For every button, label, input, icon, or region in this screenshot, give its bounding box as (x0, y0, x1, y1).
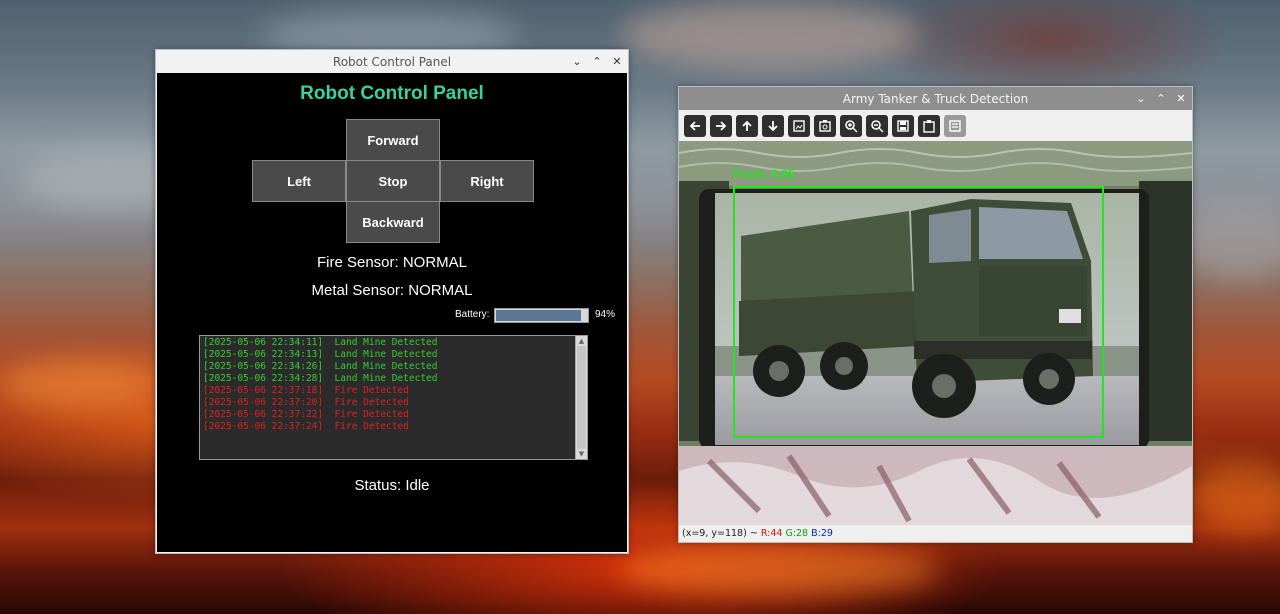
panel-heading: Robot Control Panel (300, 83, 484, 104)
stop-button[interactable]: Stop (346, 160, 440, 202)
detection-window-titlebar[interactable]: Army Tanker & Truck Detection ⌄ ⌃ ✕ (679, 87, 1192, 110)
event-log[interactable]: [2025-05-06 22:34:11] Land Mine Detected… (199, 335, 588, 460)
properties-button[interactable] (944, 114, 966, 137)
log-entry: [2025-05-06 22:37:22] Fire Detected (203, 409, 409, 420)
battery-progress-bar (494, 308, 589, 323)
minimize-button[interactable]: ⌄ (1136, 92, 1146, 105)
zoom-in-button[interactable] (840, 114, 862, 137)
scroll-down-icon[interactable]: ▼ (576, 449, 587, 459)
cursor-coordinates: (x=9, y=118) ~ (682, 528, 758, 539)
detection-window: Army Tanker & Truck Detection ⌄ ⌃ ✕ Truc… (678, 86, 1193, 543)
metal-sensor-status: Metal Sensor: NORMAL (311, 282, 473, 299)
zoom-in-icon (845, 119, 858, 132)
close-button[interactable]: ✕ (1176, 92, 1186, 105)
log-entry: [2025-05-06 22:37:24] Fire Detected (203, 421, 409, 432)
pixel-info-statusbar: (x=9, y=118) ~ R:44 G:28 B:29 (679, 525, 1192, 542)
robot-panel-body: Robot Control Panel Forward Left Stop Ri… (157, 73, 627, 552)
scroll-up-icon[interactable]: ▲ (576, 336, 587, 346)
down-arrow-icon (768, 120, 778, 131)
forward-button[interactable]: Forward (346, 119, 440, 161)
log-entry: [2025-05-06 22:34:26] Land Mine Detected (203, 361, 438, 372)
down-arrow-button[interactable] (762, 114, 784, 137)
properties-icon (949, 119, 961, 132)
battery-label: Battery: (455, 309, 490, 320)
detection-label: Truck: 0.85 (732, 167, 795, 181)
zoom-out-button[interactable] (866, 114, 888, 137)
maximize-button[interactable]: ⌃ (1156, 92, 1166, 105)
save-icon (897, 119, 909, 132)
log-entry: [2025-05-06 22:37:18] Fire Detected (203, 385, 409, 396)
robot-window-title: Robot Control Panel (332, 54, 452, 69)
camera-feed[interactable]: Truck: 0.85 (679, 141, 1192, 525)
log-entry: [2025-05-06 22:37:20] Fire Detected (203, 397, 409, 408)
image-settings-icon (819, 119, 831, 132)
pixel-green-value: G:28 (785, 528, 809, 539)
backward-button[interactable]: Backward (346, 201, 440, 243)
up-arrow-button[interactable] (736, 114, 758, 137)
right-button[interactable]: Right (440, 160, 534, 202)
forward-arrow-icon (716, 120, 727, 131)
robot-window-titlebar[interactable]: Robot Control Panel ⌄ ⌃ ✕ (156, 50, 628, 73)
minimize-button[interactable]: ⌄ (572, 55, 582, 68)
fit-image-button[interactable] (788, 114, 810, 137)
fit-image-icon (793, 119, 805, 132)
event-log-list: [2025-05-06 22:34:11] Land Mine Detected… (203, 337, 573, 459)
log-entry: [2025-05-06 22:34:11] Land Mine Detected (203, 337, 438, 348)
robot-control-window: Robot Control Panel ⌄ ⌃ ✕ Robot Control … (155, 49, 629, 554)
back-arrow-icon (689, 120, 700, 131)
back-arrow-button[interactable] (684, 114, 706, 137)
scroll-thumb[interactable] (577, 346, 586, 449)
image-toolbar (679, 110, 1192, 141)
clipboard-button[interactable] (918, 114, 940, 137)
up-arrow-icon (742, 120, 752, 131)
detection-bounding-box (733, 186, 1104, 438)
log-scrollbar[interactable]: ▲ ▼ (575, 336, 587, 459)
zoom-out-icon (871, 119, 884, 132)
clipboard-icon (923, 119, 935, 133)
battery-percentage: 94% (595, 309, 616, 320)
robot-status: Status: Idle (354, 477, 430, 494)
pixel-red-value: R:44 (760, 528, 783, 539)
close-button[interactable]: ✕ (612, 55, 622, 68)
log-entry: [2025-05-06 22:34:13] Land Mine Detected (203, 349, 438, 360)
pixel-blue-value: B:29 (811, 528, 833, 539)
maximize-button[interactable]: ⌃ (592, 55, 602, 68)
detection-window-title: Army Tanker & Truck Detection (842, 91, 1029, 106)
image-settings-button[interactable] (814, 114, 836, 137)
left-button[interactable]: Left (252, 160, 346, 202)
battery-progress-fill (496, 310, 582, 321)
log-entry: [2025-05-06 22:34:28] Land Mine Detected (203, 373, 438, 384)
forward-arrow-button[interactable] (710, 114, 732, 137)
save-button[interactable] (892, 114, 914, 137)
fire-sensor-status: Fire Sensor: NORMAL (316, 254, 468, 271)
